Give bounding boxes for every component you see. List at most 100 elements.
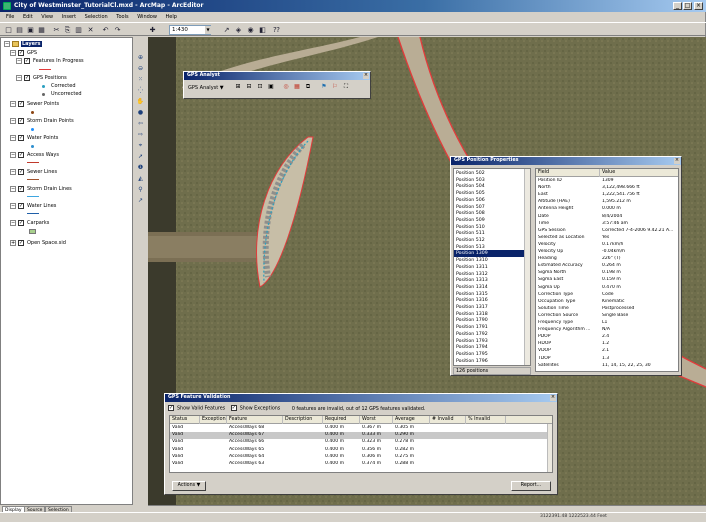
toc-layer-water-points[interactable]: − ✓ Water Points (10, 134, 58, 142)
toc-layer-open-space[interactable]: + ✓ Open Space.sid (10, 239, 66, 247)
gps-tool-5-icon[interactable]: ◎ (282, 83, 290, 91)
column-header[interactable]: Worst (360, 416, 393, 424)
forward-extent-icon[interactable]: ⇨ (136, 131, 145, 139)
table-row[interactable]: Valid AccessWays 66 0.400 m 0.323 m 0.278 m (170, 439, 547, 446)
menu-insert[interactable]: Insert (62, 14, 76, 20)
toc-layer-gps[interactable]: − ✓ GPS (10, 49, 37, 57)
collapse-icon[interactable]: − (4, 40, 10, 47)
copy-icon[interactable]: ⎘ (63, 26, 72, 35)
delete-icon[interactable]: ✕ (86, 26, 95, 35)
gps-tool-3-icon[interactable]: ⊡ (256, 83, 264, 91)
column-header[interactable]: Description (283, 416, 323, 424)
column-header-value[interactable]: Value (600, 169, 678, 177)
editor-toolbar-icon[interactable]: ↗ (222, 26, 231, 35)
pan-icon[interactable]: ✋ (136, 98, 145, 106)
menu-help[interactable]: Help (166, 14, 177, 20)
collapse-icon[interactable]: − (16, 74, 22, 81)
new-document-icon[interactable]: □ (4, 26, 13, 35)
layer-visibility-checkbox[interactable]: ✓ (18, 185, 24, 192)
layer-visibility-checkbox[interactable]: ✓ (18, 117, 24, 124)
column-header[interactable]: Required (323, 416, 360, 424)
gps-analyst-menu[interactable]: GPS Analyst ▼ (188, 85, 224, 91)
close-icon[interactable]: × (363, 73, 369, 79)
fixed-zoom-in-icon[interactable]: ⁙ (136, 76, 145, 84)
print-icon[interactable]: ▦ (37, 26, 46, 35)
menu-file[interactable]: File (6, 14, 14, 20)
vertical-scrollbar[interactable] (547, 424, 552, 472)
maximize-button[interactable]: □ (683, 2, 692, 10)
gps-tool-1-icon[interactable]: ⊞ (234, 83, 242, 91)
layer-visibility-checkbox[interactable]: ✓ (18, 151, 24, 158)
full-extent-icon[interactable]: ● (136, 109, 145, 117)
column-header-field[interactable]: Field (536, 169, 600, 177)
gps-tool-6-icon[interactable]: ▦ (293, 83, 301, 91)
close-icon[interactable]: × (550, 395, 556, 401)
report-button[interactable]: Report... (511, 481, 551, 491)
layer-visibility-checkbox[interactable]: ✓ (18, 100, 24, 107)
toc-layer-storm-drain-lines[interactable]: − ✓ Storm Drain Lines (10, 185, 72, 193)
paste-icon[interactable]: ▥ (74, 26, 83, 35)
chevron-down-icon[interactable]: ▼ (205, 26, 211, 34)
toc-layers-root[interactable]: − Layers (4, 40, 42, 48)
toc-layer-access-ways[interactable]: − ✓ Access Ways (10, 151, 59, 159)
column-header[interactable]: # Invalid (430, 416, 466, 424)
toc-layer-gps-positions[interactable]: − ✓ GPS Positions (16, 74, 67, 82)
table-row[interactable]: Valid AccessWays 67 0.400 m 0.333 m 0.290 m (170, 432, 547, 439)
zoom-out-icon[interactable]: ⊖ (136, 65, 145, 73)
show-exceptions-checkbox[interactable]: ✓ (230, 405, 237, 411)
gps-analyst-title[interactable]: GPS Analyst (184, 72, 370, 80)
layer-visibility-checkbox[interactable]: ✓ (18, 219, 24, 226)
gps-tool-8-icon[interactable]: ⚑ (320, 83, 328, 91)
layer-visibility-checkbox[interactable]: ✓ (18, 49, 24, 56)
close-icon[interactable]: × (674, 158, 680, 164)
measure-icon[interactable]: ⚲ (136, 186, 145, 194)
gps-position-list[interactable]: Position 502 Position 503 Position 504 Posi… (453, 168, 531, 366)
layer-visibility-checkbox[interactable]: ✓ (18, 202, 24, 209)
collapse-icon[interactable]: − (10, 117, 16, 124)
toc-layer-sewer-points[interactable]: − ✓ Sewer Points (10, 100, 59, 108)
zoom-in-icon[interactable]: ⊕ (136, 54, 145, 62)
toc-layer-features-in-progress[interactable]: − ✓ Features In Progress (16, 57, 84, 65)
gps-tool-7-icon[interactable]: ⧉ (304, 83, 312, 91)
show-valid-checkbox[interactable]: ✓ (168, 405, 174, 411)
table-row[interactable]: Valid AccessWays 63 0.400 m 0.374 m 0.288 m (170, 461, 547, 468)
expand-icon[interactable]: + (10, 239, 16, 246)
select-features-icon[interactable]: ⌖ (136, 142, 145, 150)
collapse-icon[interactable]: − (10, 168, 16, 175)
gps-position-list-item[interactable]: Position 1796 (456, 358, 488, 365)
gps-tool-9-icon[interactable]: ⚐ (331, 83, 339, 91)
column-header[interactable]: Average (393, 416, 430, 424)
redo-icon[interactable]: ↷ (113, 26, 122, 35)
column-header[interactable]: Exception (200, 416, 227, 424)
gps-properties-title[interactable]: GPS Position Properties (451, 157, 681, 165)
back-extent-icon[interactable]: ⇦ (136, 120, 145, 128)
column-header[interactable]: % Invalid (466, 416, 506, 424)
fixed-zoom-out-icon[interactable]: ⁛ (136, 87, 145, 95)
command-line-icon[interactable]: ◉ (246, 26, 255, 35)
menu-edit[interactable]: Edit (23, 14, 33, 20)
menu-tools[interactable]: Tools (116, 14, 128, 20)
layer-visibility-checkbox[interactable]: ✓ (18, 239, 24, 246)
collapse-icon[interactable]: − (10, 185, 16, 192)
close-button[interactable]: × (694, 2, 703, 10)
vertical-scrollbar[interactable] (524, 169, 530, 365)
gps-tool-10-icon[interactable]: ⛶ (342, 83, 350, 91)
table-row[interactable]: Valid AccessWays 64 0.400 m 0.306 m 0.275 m (170, 454, 547, 461)
toc-layer-carparks[interactable]: − ✓ Carparks (10, 219, 49, 227)
minimize-button[interactable]: _ (673, 2, 682, 10)
layer-visibility-checkbox[interactable]: ✓ (18, 168, 24, 175)
whats-this-icon[interactable]: ⁇ (272, 26, 281, 35)
collapse-icon[interactable]: − (16, 57, 22, 64)
gps-validation-title[interactable]: GPS Feature Validation (165, 394, 557, 402)
column-header[interactable]: Status (170, 416, 200, 424)
save-icon[interactable]: ▣ (26, 26, 35, 35)
layer-visibility-checkbox[interactable]: ✓ (24, 74, 30, 81)
toc-layer-storm-drain-points[interactable]: − ✓ Storm Drain Points (10, 117, 74, 125)
column-header[interactable]: Feature (227, 416, 283, 424)
arctoolbox-icon[interactable]: ◈ (234, 26, 243, 35)
layer-visibility-checkbox[interactable]: ✓ (18, 134, 24, 141)
collapse-icon[interactable]: − (10, 151, 16, 158)
collapse-icon[interactable]: − (10, 202, 16, 209)
menu-window[interactable]: Window (137, 14, 157, 20)
menu-view[interactable]: View (41, 14, 53, 20)
